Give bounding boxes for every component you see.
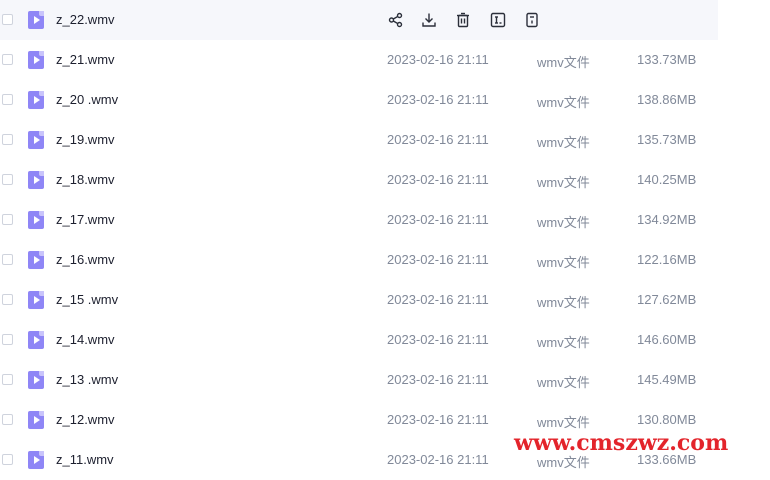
file-row[interactable]: z_13 .wmv 2023-02-16 21:11 wmv文件 145.49M…	[0, 360, 718, 400]
video-file-icon	[28, 371, 44, 389]
file-name[interactable]: z_18.wmv	[56, 172, 115, 187]
row-checkbox[interactable]	[2, 214, 13, 225]
delete-icon[interactable]	[454, 11, 472, 29]
file-type: wmv文件	[537, 55, 590, 70]
file-row[interactable]: z_16.wmv 2023-02-16 21:11 wmv文件 122.16MB	[0, 240, 718, 280]
video-file-icon	[28, 51, 44, 69]
file-name[interactable]: z_14.wmv	[56, 332, 115, 347]
file-size: 134.92MB	[637, 212, 697, 227]
file-row[interactable]: z_21.wmv 2023-02-16 21:11 wmv文件 133.73MB	[0, 40, 718, 80]
file-date: 2023-02-16 21:11	[387, 92, 489, 107]
file-size: 146.60MB	[637, 332, 697, 347]
file-date: 2023-02-16 21:11	[387, 372, 489, 387]
file-name[interactable]: z_12.wmv	[56, 412, 115, 427]
file-date: 2023-02-16 21:11	[387, 212, 489, 227]
file-name[interactable]: z_21.wmv	[56, 52, 115, 67]
row-checkbox[interactable]	[2, 454, 13, 465]
file-size: 130.80MB	[637, 412, 697, 427]
file-type: wmv文件	[537, 135, 590, 150]
file-date: 2023-02-16 21:11	[387, 452, 489, 467]
video-file-icon	[28, 131, 44, 149]
file-size: 140.25MB	[637, 172, 697, 187]
file-type: wmv文件	[537, 295, 590, 310]
file-name[interactable]: z_17.wmv	[56, 212, 115, 227]
file-size: 127.62MB	[637, 292, 697, 307]
file-name[interactable]: z_13 .wmv	[56, 372, 118, 387]
file-date: 2023-02-16 21:11	[387, 292, 489, 307]
video-file-icon	[28, 211, 44, 229]
row-checkbox[interactable]	[2, 14, 13, 25]
row-checkbox[interactable]	[2, 294, 13, 305]
row-checkbox[interactable]	[2, 134, 13, 145]
video-file-icon	[28, 411, 44, 429]
file-name[interactable]: z_22.wmv	[56, 12, 115, 27]
site-watermark: www.cmszwz.com	[514, 430, 729, 456]
file-row[interactable]: z_19.wmv 2023-02-16 21:11 wmv文件 135.73MB	[0, 120, 718, 160]
file-type: wmv文件	[537, 415, 590, 430]
file-type: wmv文件	[537, 335, 590, 350]
row-checkbox[interactable]	[2, 254, 13, 265]
file-name[interactable]: z_15 .wmv	[56, 292, 118, 307]
video-file-icon	[28, 451, 44, 469]
file-list: z_22.wmv z_21.wmv 2023-02-16 21:11 wmv文件…	[0, 0, 718, 480]
file-date: 2023-02-16 21:11	[387, 332, 489, 347]
file-row[interactable]: z_15 .wmv 2023-02-16 21:11 wmv文件 127.62M…	[0, 280, 718, 320]
file-size: 138.86MB	[637, 92, 697, 107]
file-name[interactable]: z_11.wmv	[56, 452, 114, 467]
row-checkbox[interactable]	[2, 414, 13, 425]
file-type: wmv文件	[537, 375, 590, 390]
file-size: 145.49MB	[637, 372, 697, 387]
file-row[interactable]: z_14.wmv 2023-02-16 21:11 wmv文件 146.60MB	[0, 320, 718, 360]
file-name[interactable]: z_16.wmv	[56, 252, 115, 267]
file-type: wmv文件	[537, 95, 590, 110]
more-icon[interactable]	[523, 11, 541, 29]
row-checkbox[interactable]	[2, 334, 13, 345]
row-checkbox[interactable]	[2, 374, 13, 385]
file-date: 2023-02-16 21:11	[387, 252, 489, 267]
file-row[interactable]: z_17.wmv 2023-02-16 21:11 wmv文件 134.92MB	[0, 200, 718, 240]
file-row[interactable]: z_20 .wmv 2023-02-16 21:11 wmv文件 138.86M…	[0, 80, 718, 120]
file-date: 2023-02-16 21:11	[387, 132, 489, 147]
file-name[interactable]: z_20 .wmv	[56, 92, 118, 107]
video-file-icon	[28, 91, 44, 109]
file-size: 122.16MB	[637, 252, 697, 267]
row-checkbox[interactable]	[2, 174, 13, 185]
file-type: wmv文件	[537, 215, 590, 230]
file-date: 2023-02-16 21:11	[387, 52, 489, 67]
video-file-icon	[28, 171, 44, 189]
video-file-icon	[28, 11, 44, 29]
file-size: 135.73MB	[637, 132, 697, 147]
file-date: 2023-02-16 21:11	[387, 412, 489, 427]
video-file-icon	[28, 331, 44, 349]
rename-icon[interactable]	[489, 11, 507, 29]
file-size: 133.73MB	[637, 52, 697, 67]
file-type: wmv文件	[537, 255, 590, 270]
share-icon[interactable]	[387, 11, 405, 29]
download-icon[interactable]	[420, 11, 438, 29]
row-checkbox[interactable]	[2, 54, 13, 65]
file-type: wmv文件	[537, 175, 590, 190]
file-name[interactable]: z_19.wmv	[56, 132, 115, 147]
file-row[interactable]: z_18.wmv 2023-02-16 21:11 wmv文件 140.25MB	[0, 160, 718, 200]
file-row[interactable]: z_22.wmv	[0, 0, 718, 40]
video-file-icon	[28, 291, 44, 309]
row-checkbox[interactable]	[2, 94, 13, 105]
file-date: 2023-02-16 21:11	[387, 172, 489, 187]
video-file-icon	[28, 251, 44, 269]
